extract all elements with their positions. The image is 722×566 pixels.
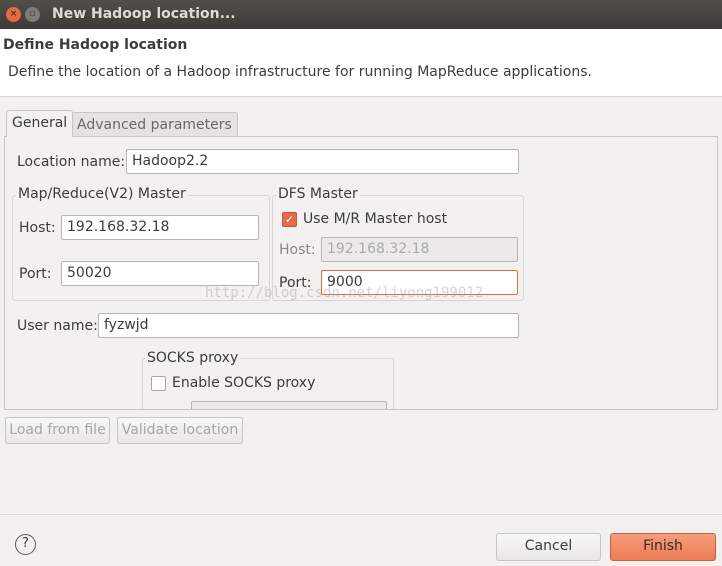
use-mr-master-checkbox[interactable]: ✓ <box>282 212 297 227</box>
general-panel: Location name: Hadoop2.2 Map/Reduce(V2) … <box>4 136 718 410</box>
tab-general[interactable]: General <box>6 110 74 137</box>
help-icon[interactable]: ? <box>15 534 36 555</box>
location-name-input[interactable]: Hadoop2.2 <box>126 149 519 174</box>
validate-location-button[interactable]: Validate location <box>117 417 243 444</box>
watermark: http://blog.csdn.net/liyong199012 <box>205 285 484 301</box>
enable-socks-checkbox[interactable] <box>151 376 166 391</box>
cancel-button[interactable]: Cancel <box>496 533 601 561</box>
title-bar: × ▫ New Hadoop location... <box>0 0 722 29</box>
dfs-master-title: DFS Master <box>276 186 360 202</box>
user-name-input[interactable]: fyzwjd <box>98 313 519 338</box>
window-title: New Hadoop location... <box>52 6 236 22</box>
enable-socks-label: Enable SOCKS proxy <box>172 375 316 391</box>
use-mr-master-label: Use M/R Master host <box>303 211 448 227</box>
minimize-icon[interactable]: ▫ <box>25 7 40 22</box>
tab-advanced-parameters[interactable]: Advanced parameters <box>71 112 238 136</box>
mr-port-label: Port: <box>19 266 52 282</box>
socks-proxy-title: SOCKS proxy <box>145 350 241 366</box>
dfs-host-input[interactable]: 192.168.32.18 <box>321 237 518 262</box>
mr-host-input[interactable]: 192.168.32.18 <box>61 215 259 240</box>
dfs-host-label: Host: <box>279 242 316 258</box>
finish-button[interactable]: Finish <box>610 533 716 561</box>
user-name-label: User name: <box>17 318 98 334</box>
mr-master-title: Map/Reduce(V2) Master <box>16 186 188 202</box>
page-description: Define the location of a Hadoop infrastr… <box>8 64 592 80</box>
load-from-file-button[interactable]: Load from file <box>5 417 110 444</box>
socks-host-input[interactable] <box>191 401 387 409</box>
location-name-label: Location name: <box>17 154 126 170</box>
mr-port-input[interactable]: 50020 <box>61 261 259 286</box>
footer: ? Cancel Finish <box>0 514 722 566</box>
page-title: Define Hadoop location <box>3 37 188 53</box>
close-icon[interactable]: × <box>6 7 21 22</box>
mr-host-label: Host: <box>19 220 56 236</box>
wizard-header: Define Hadoop location Define the locati… <box>0 29 722 97</box>
